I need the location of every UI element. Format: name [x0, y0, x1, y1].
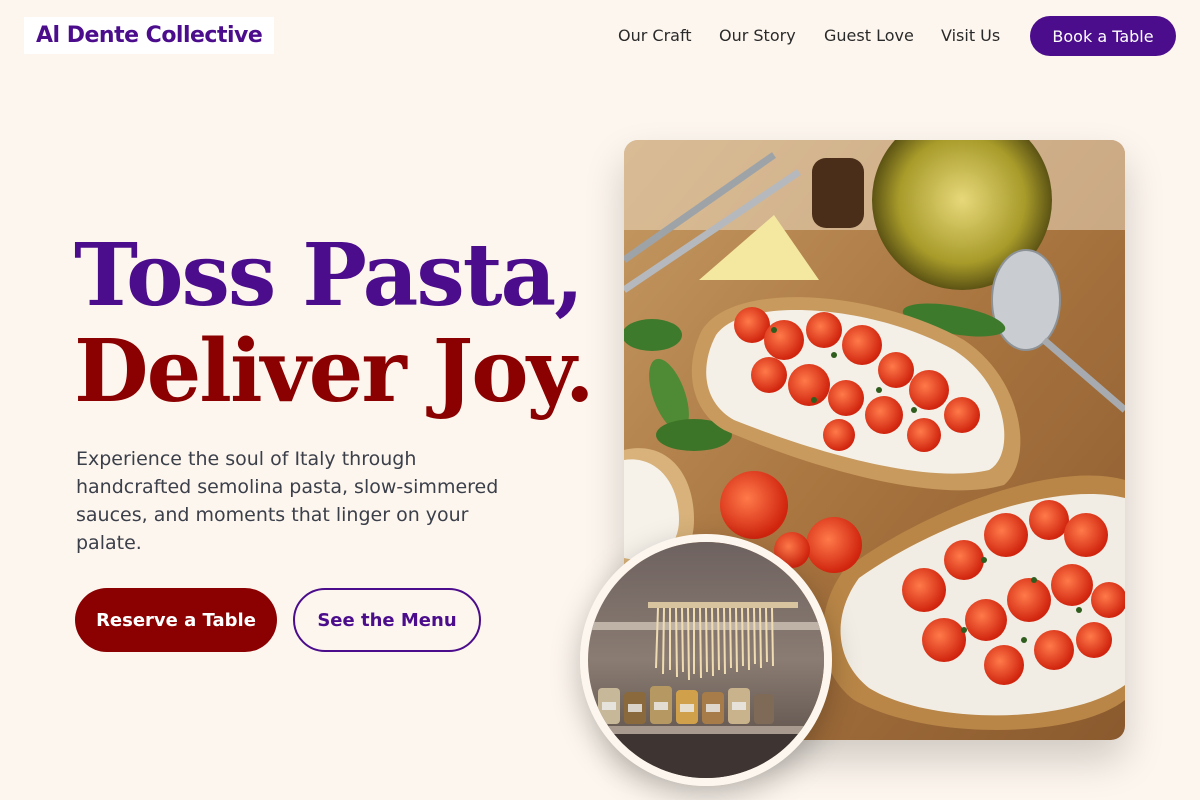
nav-link-visit-us[interactable]: Visit Us [941, 26, 1000, 45]
logo[interactable]: Al Dente Collective [24, 17, 275, 54]
book-table-button[interactable]: Book a Table [1030, 16, 1176, 56]
see-menu-button[interactable]: See the Menu [293, 588, 481, 652]
nav-link-our-craft[interactable]: Our Craft [618, 26, 692, 45]
pasta-drying-photo [580, 534, 832, 786]
hero-title: Toss Pasta, Deliver Joy. [74, 228, 614, 420]
hero-title-line-1: Toss Pasta, [74, 225, 584, 326]
site-header: Al Dente Collective Our Craft Our Story … [0, 0, 1200, 72]
nav-link-our-story[interactable]: Our Story [719, 26, 796, 45]
reserve-table-button[interactable]: Reserve a Table [75, 588, 277, 652]
nav-link-guest-love[interactable]: Guest Love [824, 26, 914, 45]
hero-title-line-2: Deliver Joy. [74, 321, 595, 422]
hero-description: Experience the soul of Italy through han… [76, 448, 499, 554]
